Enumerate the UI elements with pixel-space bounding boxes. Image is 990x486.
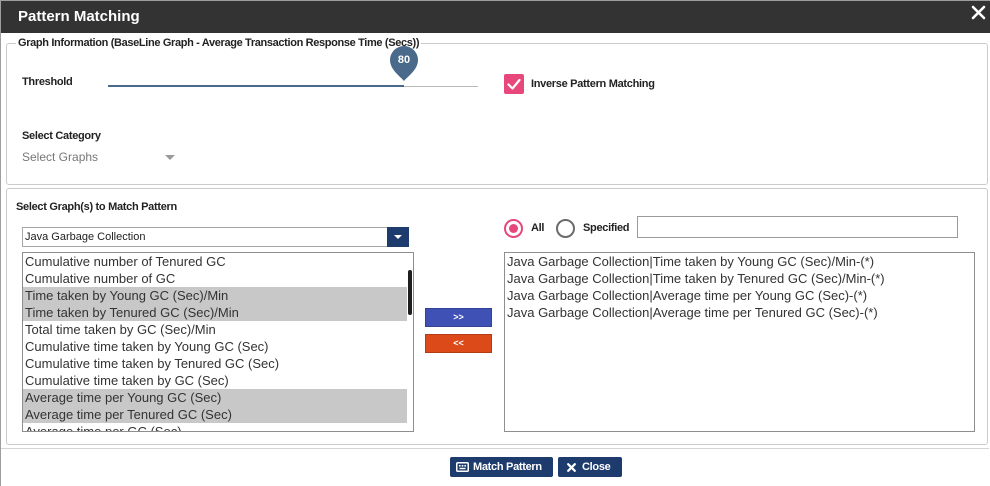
chosen-graph-item[interactable]: Java Garbage Collection|Average time per… bbox=[505, 287, 974, 304]
slider-value: 80 bbox=[397, 54, 411, 66]
chosen-graph-item[interactable]: Java Garbage Collection|Average time per… bbox=[505, 304, 974, 321]
chosen-graph-item[interactable]: Java Garbage Collection|Time taken by Yo… bbox=[505, 253, 974, 270]
available-graph-item[interactable]: Time taken by Tenured GC (Sec)/Min bbox=[23, 304, 407, 321]
available-graph-item[interactable]: Cumulative number of GC bbox=[23, 270, 407, 287]
chosen-graph-item[interactable]: Java Garbage Collection|Time taken by Te… bbox=[505, 270, 974, 287]
specified-input[interactable] bbox=[637, 216, 958, 238]
footer-divider bbox=[1, 448, 989, 449]
remove-graphs-button[interactable]: << bbox=[425, 334, 492, 353]
check-icon bbox=[507, 78, 521, 90]
close-icon[interactable] bbox=[971, 5, 986, 20]
chevron-down-icon bbox=[165, 155, 175, 160]
chosen-graphs-list[interactable]: Java Garbage Collection|Time taken by Yo… bbox=[504, 252, 975, 432]
close-label: Close bbox=[582, 461, 611, 473]
available-graph-item[interactable]: Time taken by Young GC (Sec)/Min bbox=[23, 287, 407, 304]
scope-all-label: All bbox=[531, 222, 545, 234]
title-bar bbox=[0, 0, 990, 33]
match-pattern-button[interactable]: Match Pattern bbox=[450, 457, 553, 477]
slider-fill bbox=[108, 85, 404, 87]
available-graphs-list[interactable]: Cumulative number of Tenured GC Cumulativ… bbox=[22, 252, 414, 432]
available-graph-item[interactable]: Cumulative number of Tenured GC bbox=[23, 253, 407, 270]
close-button[interactable]: Close bbox=[558, 457, 622, 477]
scope-specified-radio[interactable] bbox=[556, 219, 575, 238]
available-graph-item[interactable]: Cumulative time taken by Tenured GC (Sec… bbox=[23, 355, 407, 372]
threshold-slider[interactable]: 80 bbox=[108, 46, 478, 88]
radio-dot bbox=[509, 224, 518, 233]
chosen-graphs-items: Java Garbage Collection|Time taken by Yo… bbox=[505, 253, 974, 321]
graph-group-value: Java Garbage Collection bbox=[25, 231, 146, 243]
keyboard-icon bbox=[456, 462, 469, 472]
graph-group-select[interactable]: Java Garbage Collection bbox=[22, 227, 409, 247]
chevron-down-icon bbox=[394, 235, 402, 239]
available-graph-item[interactable]: Average time per Tenured GC (Sec) bbox=[23, 406, 407, 423]
scope-all-radio[interactable] bbox=[504, 219, 523, 238]
scrollbar-thumb[interactable] bbox=[408, 270, 412, 315]
available-graphs-items: Cumulative number of Tenured GC Cumulativ… bbox=[23, 253, 407, 431]
threshold-label: Threshold bbox=[22, 76, 73, 88]
add-graphs-button[interactable]: >> bbox=[425, 308, 492, 327]
available-graph-item[interactable]: Total time taken by GC (Sec)/Min bbox=[23, 321, 407, 338]
graph-selection-heading: Select Graph(s) to Match Pattern bbox=[16, 201, 177, 213]
times-icon bbox=[567, 462, 576, 472]
inverse-pattern-label: Inverse Pattern Matching bbox=[531, 78, 655, 90]
available-graph-item[interactable]: Cumulative time taken by Young GC (Sec) bbox=[23, 338, 407, 355]
category-select-placeholder: Select Graphs bbox=[22, 150, 99, 164]
available-graph-item[interactable]: Cumulative time taken by GC (Sec) bbox=[23, 372, 407, 389]
select-category-label: Select Category bbox=[22, 130, 101, 142]
available-graph-item[interactable]: Average time per Young GC (Sec) bbox=[23, 389, 407, 406]
group-dropdown-button[interactable] bbox=[387, 227, 409, 247]
dialog-title: Pattern Matching bbox=[18, 8, 140, 25]
category-select[interactable]: Select Graphs bbox=[22, 148, 179, 166]
slider-thumb[interactable]: 80 bbox=[390, 46, 418, 82]
match-pattern-label: Match Pattern bbox=[473, 461, 542, 473]
pattern-matching-dialog: Pattern Matching Graph Information (Base… bbox=[0, 0, 990, 486]
available-graph-item[interactable]: Average time per GC (Sec) bbox=[23, 423, 407, 431]
inverse-pattern-checkbox[interactable] bbox=[504, 74, 524, 94]
scope-specified-label: Specified bbox=[583, 222, 630, 234]
